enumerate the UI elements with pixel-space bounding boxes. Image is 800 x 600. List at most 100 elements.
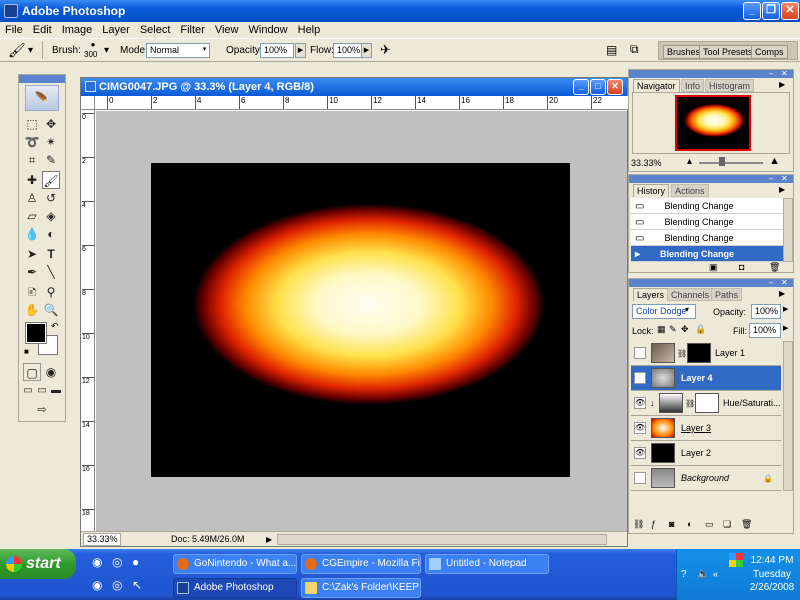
navigator-zoom-thumb[interactable] — [719, 157, 725, 166]
lock-image-icon[interactable]: ✎ — [669, 324, 677, 335]
history-item[interactable]: ▭ Blending Change — [631, 230, 783, 246]
layer-row[interactable]: Background 🔒 — [631, 466, 781, 491]
task-photoshop[interactable]: Adobe Photoshop — [173, 578, 297, 598]
jump-to-imageready-icon[interactable]: ⇨ — [27, 401, 57, 419]
link-icon[interactable]: ⛓ — [685, 391, 695, 416]
zoom-in-icon[interactable]: ▲ — [769, 155, 780, 167]
navigator-zoom-value[interactable]: 33.33% — [631, 158, 662, 168]
doc-minimize-button[interactable]: _ — [573, 79, 589, 95]
clone-stamp-tool-icon[interactable]: ♙ — [23, 189, 41, 207]
menu-edit[interactable]: Edit — [28, 22, 57, 38]
layer-row[interactable]: 👁 ↓ ⛓ Hue/Saturati... — [631, 391, 781, 416]
navigator-menu-icon[interactable]: ▶ — [779, 80, 785, 89]
brush-tip-icon[interactable]: ● — [87, 40, 99, 50]
full-screen-mode-icon[interactable]: ▬ — [49, 382, 63, 400]
layers-scrollbar[interactable] — [783, 341, 793, 491]
link-icon[interactable]: ⛓ — [677, 341, 687, 366]
menu-window[interactable]: Window — [244, 22, 293, 38]
tab-history[interactable]: History — [633, 184, 670, 197]
start-button[interactable]: start — [0, 549, 76, 579]
well-tab-brushes[interactable]: Brushes — [663, 45, 705, 59]
task-notepad[interactable]: Untitled - Notepad — [425, 554, 549, 574]
visibility-toggle[interactable] — [634, 472, 646, 484]
layers-minimize-icon[interactable]: – — [769, 278, 773, 287]
type-tool-icon[interactable]: T — [42, 245, 60, 263]
new-document-from-state-icon[interactable]: ▣ — [709, 262, 718, 273]
lasso-tool-icon[interactable]: ➰ — [23, 133, 41, 151]
mode-dropdown-arrow-icon[interactable]: ▾ — [199, 43, 210, 58]
menu-file[interactable]: File — [0, 22, 28, 38]
history-item-selected[interactable]: ▸ Blending Change — [631, 246, 783, 262]
history-scrollbar[interactable] — [783, 198, 793, 262]
task-explorer-folder[interactable]: C:\Zak's Folder\KEEP ... — [301, 578, 421, 598]
status-menu-arrow-icon[interactable]: ▶ — [266, 533, 272, 547]
link-layers-icon[interactable]: ⛓ — [633, 519, 644, 530]
history-menu-icon[interactable]: ▶ — [779, 185, 785, 194]
layers-menu-icon[interactable]: ▶ — [779, 289, 785, 298]
standard-screen-mode-icon[interactable]: ▭ — [21, 382, 35, 400]
tray-windows-flag-icon[interactable] — [729, 553, 743, 567]
new-snapshot-icon[interactable]: ◘ — [739, 262, 744, 272]
doc-maximize-button[interactable]: □ — [590, 79, 606, 95]
zoom-field[interactable]: 33.33% — [83, 533, 121, 546]
delete-state-icon[interactable]: 🗑 — [769, 262, 780, 273]
menu-filter[interactable]: Filter — [175, 22, 209, 38]
flow-field[interactable]: 100% — [333, 43, 363, 58]
pen-tool-icon[interactable]: ✒ — [23, 263, 41, 281]
history-close-icon[interactable]: ✕ — [781, 174, 788, 183]
tab-navigator[interactable]: Navigator — [633, 79, 680, 92]
horizontal-scrollbar[interactable] — [277, 534, 607, 545]
fill-field[interactable]: 100% — [749, 323, 781, 338]
lock-transparency-icon[interactable]: ▦ — [657, 324, 666, 335]
eye-icon[interactable]: 👁 — [634, 422, 646, 434]
quicklaunch-cursor-icon[interactable]: ↖ — [132, 578, 142, 592]
brush-dropdown-arrow-icon[interactable]: ▾ — [104, 45, 109, 57]
quicklaunch-media-icon[interactable]: ◎ — [112, 555, 122, 569]
new-layer-icon[interactable]: ❏ — [723, 519, 731, 530]
restore-button[interactable]: ❐ — [762, 2, 780, 20]
layer-style-icon[interactable]: ƒ — [651, 519, 656, 529]
clock-time[interactable]: 12:44 PM — [747, 555, 797, 566]
doc-close-button[interactable]: ✕ — [607, 79, 623, 95]
tab-histogram[interactable]: Histogram — [705, 79, 755, 92]
line-tool-icon[interactable]: ╲ — [42, 263, 60, 281]
eye-icon[interactable]: 👁 — [634, 372, 646, 384]
task-gonintendo[interactable]: GoNintendo - What a... — [173, 554, 297, 574]
brush-tool-preset-icon[interactable]: 🖌 — [8, 42, 26, 59]
marquee-tool-icon[interactable]: ⬚ — [23, 115, 41, 133]
airbrush-icon[interactable]: ✈ — [380, 42, 391, 58]
tray-expand-icon[interactable]: « — [713, 569, 718, 579]
slice-tool-icon[interactable]: ✎ — [42, 151, 60, 169]
standard-mode-icon[interactable]: ▢ — [23, 363, 41, 381]
file-browser-icon[interactable]: ▤ — [606, 43, 617, 57]
zoom-tool-icon[interactable]: 🔍 — [42, 301, 60, 319]
tab-actions[interactable]: Actions — [671, 184, 709, 197]
blur-tool-icon[interactable]: 💧 — [23, 225, 41, 243]
minimize-button[interactable]: _ — [743, 2, 761, 20]
layer-opacity-arrow-icon[interactable]: ▶ — [783, 305, 788, 313]
opacity-slider-button[interactable]: ▶ — [295, 43, 306, 58]
fire-image-canvas[interactable] — [151, 163, 570, 477]
layer-row-selected[interactable]: 👁 Layer 4 — [631, 366, 781, 391]
new-group-icon[interactable]: ▭ — [705, 519, 714, 530]
navigator-minimize-icon[interactable]: – — [769, 69, 773, 78]
eyedropper-tool-icon[interactable]: ⚲ — [42, 283, 60, 301]
layer-row[interactable]: ⛓ Layer 1 — [631, 341, 781, 366]
ruler-top[interactable]: 024681012141618202224 — [95, 96, 629, 110]
task-cgempire[interactable]: CGEmpire - Mozilla Fir... — [301, 554, 421, 574]
lock-all-icon[interactable]: 🔒 — [695, 324, 706, 335]
history-item[interactable]: ▭ Blending Change — [631, 214, 783, 230]
tab-layers[interactable]: Layers — [633, 288, 669, 301]
well-tab-comps[interactable]: Comps — [751, 45, 788, 59]
navigator-zoom-slider[interactable] — [699, 162, 763, 164]
quick-mask-mode-icon[interactable]: ◉ — [42, 363, 60, 381]
eye-icon[interactable]: 👁 — [634, 447, 646, 459]
document-title-bar[interactable]: CIMG0047.JPG @ 33.3% (Layer 4, RGB/8) — [81, 78, 627, 96]
eraser-tool-icon[interactable]: ▱ — [23, 207, 41, 225]
preset-dropdown-arrow-icon[interactable]: ▾ — [28, 45, 33, 57]
well-tab-tool-presets[interactable]: Tool Presets — [699, 45, 757, 59]
menu-view[interactable]: View — [210, 22, 244, 38]
tab-info[interactable]: Info — [681, 79, 705, 92]
new-fill-adjustment-icon[interactable]: ◐ — [687, 519, 692, 529]
visibility-toggle[interactable] — [634, 347, 646, 359]
